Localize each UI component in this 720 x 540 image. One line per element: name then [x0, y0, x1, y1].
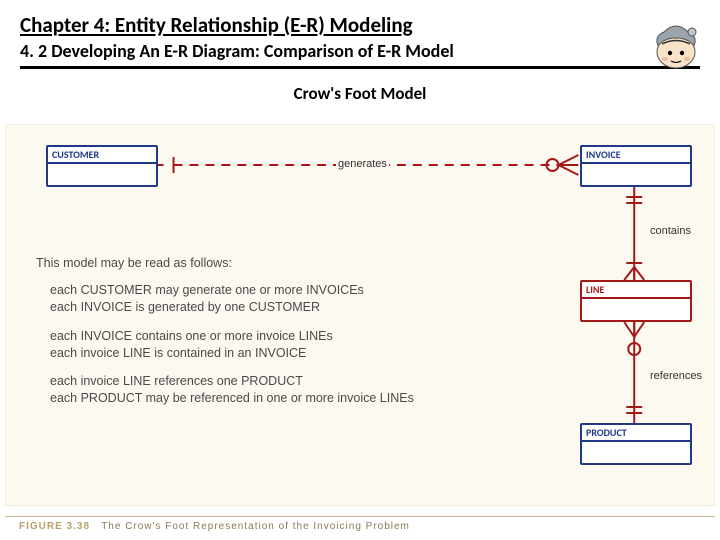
section-title: 4. 2 Developing An E-R Diagram: Comparis… — [20, 40, 700, 62]
er-diagram-stage: CUSTOMER INVOICE LINE PRODUCT generates … — [5, 124, 715, 506]
entity-product-label: PRODUCT — [582, 425, 690, 442]
explanation-heading: This model may be read as follows: — [36, 255, 466, 272]
explanation-line: each INVOICE contains one or more invoic… — [50, 329, 333, 343]
chapter-title: Chapter 4: Entity Relationship (E-R) Mod… — [20, 12, 700, 38]
explanation-line: each PRODUCT may be referenced in one or… — [50, 391, 414, 405]
entity-customer: CUSTOMER — [46, 145, 158, 187]
header-divider — [20, 66, 700, 69]
entity-customer-label: CUSTOMER — [48, 147, 156, 164]
explanation-line: each CUSTOMER may generate one or more I… — [50, 283, 364, 297]
entity-invoice-label: INVOICE — [582, 147, 690, 164]
entity-line-label: LINE — [582, 282, 690, 299]
figure-title: Crow's Foot Model — [0, 83, 720, 104]
entity-line: LINE — [580, 280, 692, 322]
figure-number: FIGURE 3.38 — [19, 521, 90, 532]
figure-caption-text: The Crow's Foot Representation of the In… — [101, 521, 410, 532]
explanation-block: This model may be read as follows: each … — [36, 255, 466, 419]
rel-label-contains: contains — [648, 225, 693, 237]
explanation-line: each INVOICE is generated by one CUSTOME… — [50, 300, 320, 314]
rel-label-references: references — [648, 370, 704, 382]
explanation-line: each invoice LINE is contained in an INV… — [50, 346, 306, 360]
entity-product: PRODUCT — [580, 423, 692, 465]
figure-caption: FIGURE 3.38 The Crow's Foot Representati… — [5, 516, 715, 532]
avatar — [646, 10, 706, 72]
entity-invoice: INVOICE — [580, 145, 692, 187]
rel-label-generates: generates — [336, 158, 389, 170]
explanation-line: each invoice LINE references one PRODUCT — [50, 374, 303, 388]
